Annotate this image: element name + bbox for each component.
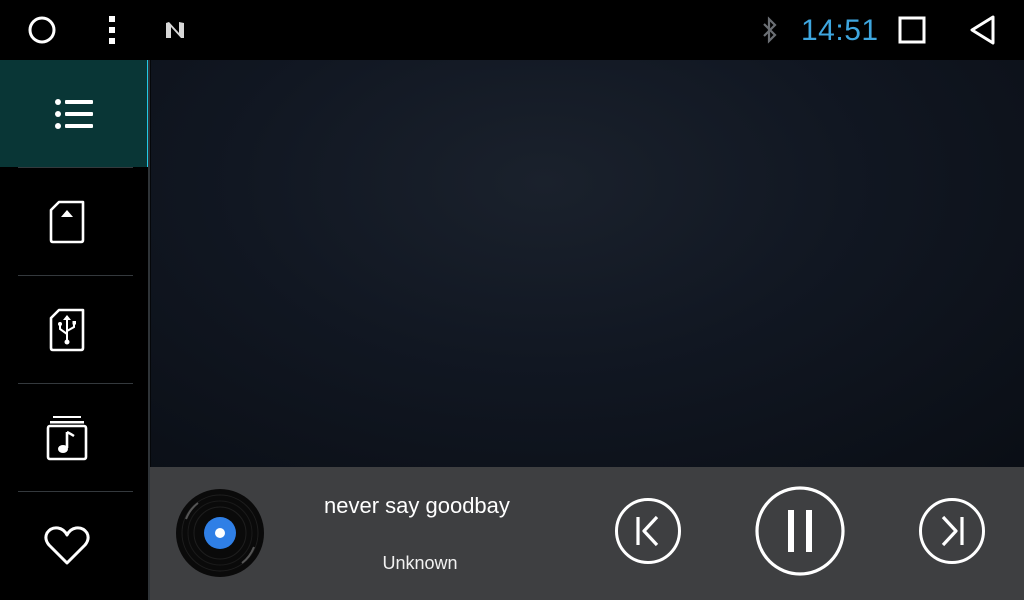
- main-content-area: [151, 60, 1024, 467]
- sidebar-item-usb[interactable]: [0, 276, 133, 383]
- sidebar-item-music-folder[interactable]: [0, 384, 133, 491]
- sidebar-item-sd-card[interactable]: [0, 168, 133, 275]
- play-pause-button[interactable]: [754, 485, 846, 577]
- triangle-back-icon[interactable]: [966, 0, 998, 60]
- sidebar-item-favorites[interactable]: [0, 492, 133, 599]
- more-vert-icon[interactable]: [98, 0, 126, 60]
- previous-icon: [615, 498, 681, 564]
- playlist-icon: [54, 98, 93, 129]
- circle-home-icon[interactable]: [24, 0, 60, 60]
- sidebar-item-playlist[interactable]: [0, 60, 150, 167]
- usb-storage-icon: [49, 308, 84, 351]
- track-artist: Unknown: [382, 553, 458, 573]
- music-folder-icon: [46, 415, 87, 460]
- heart-icon: [43, 525, 90, 564]
- next-icon: [919, 498, 985, 564]
- pause-icon: [755, 486, 845, 576]
- bluetooth-icon: [756, 0, 784, 60]
- next-track-button[interactable]: [918, 497, 986, 565]
- n-logo-icon: [160, 0, 190, 60]
- player-bar: never say goodbay Unknown: [150, 467, 1024, 600]
- vinyl-disc-icon: [176, 489, 264, 577]
- sd-card-icon: [49, 200, 84, 243]
- status-clock: 14:51: [801, 14, 879, 47]
- track-title: never say goodbay: [324, 493, 510, 518]
- previous-track-button[interactable]: [614, 497, 682, 565]
- status-bar: 14:51: [0, 0, 1024, 60]
- square-recents-icon[interactable]: [896, 0, 928, 60]
